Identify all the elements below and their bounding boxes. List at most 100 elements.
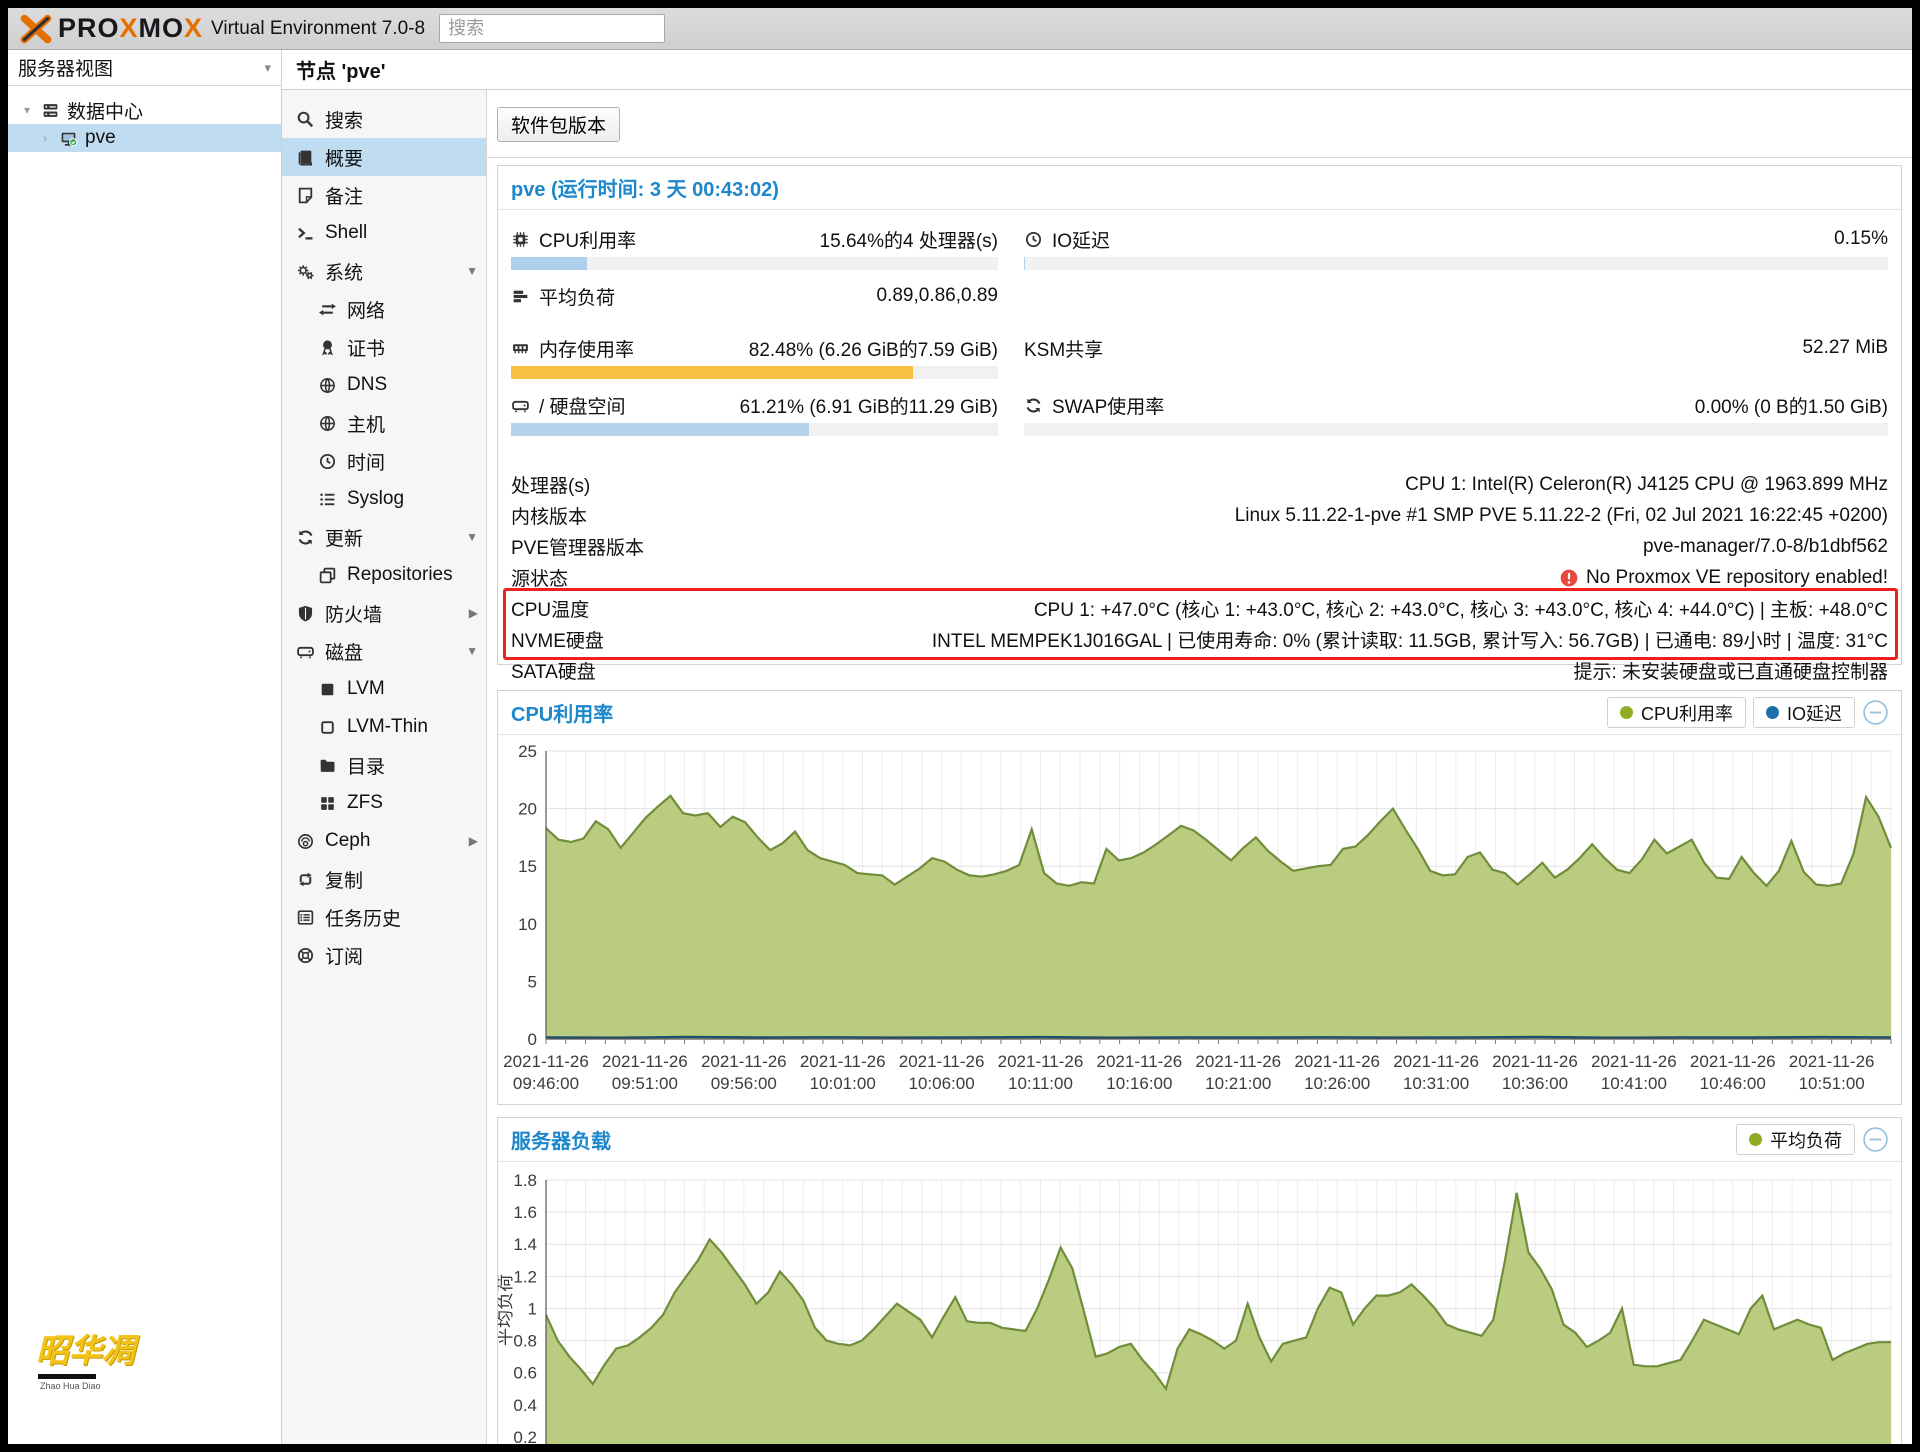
collapse-icon[interactable] [1862,1126,1889,1153]
nav-item-updates[interactable]: 更新▼ [282,518,486,556]
svg-text:20: 20 [518,800,537,819]
svg-text:10:51:00: 10:51:00 [1799,1074,1865,1093]
nav-item-zfs[interactable]: ZFS [282,784,486,822]
detail-row: 处理器(s)CPU 1: Intel(R) Celeron(R) J4125 C… [511,469,1888,500]
stats-right-column: IO延迟 0.15% KSM共享 52.27 MiB [1024,224,1888,447]
stat-cpu: CPU利用率 15.64%的4 处理器(s) [511,224,998,254]
svg-text:0.8: 0.8 [513,1332,537,1351]
expand-caret-icon[interactable]: › [38,131,52,145]
stat-value: 61.21% (6.91 GiB的11.29 GiB) [740,392,998,419]
nav-item-dns[interactable]: DNS [282,366,486,404]
nav-item-label: Syslog [347,488,404,510]
detail-value: CPU 1: +47.0°C (核心 1: +43.0°C, 核心 2: +43… [741,595,1888,622]
svg-text:2021-11-26: 2021-11-26 [1294,1052,1380,1071]
detail-label: SATA硬盘 [511,657,741,684]
nav-item-label: 主机 [347,410,385,437]
node-nav-menu: 搜索概要备注 Shell 系统▼网络证书 DNS 主机时间 Syslog 更新▼Reposi… [282,90,487,1444]
summary-panel-header: pve (运行时间: 3 天 00:43:02) [498,166,1901,210]
nav-item-label: 搜索 [325,106,363,133]
nav-item-time[interactable]: 时间 [282,442,486,480]
package-versions-button[interactable]: 软件包版本 [497,107,620,142]
nav-item-firewall[interactable]: 防火墙▶ [282,594,486,632]
svg-text:10:06:00: 10:06:00 [908,1074,974,1093]
stat-swap: SWAP使用率 0.00% (0 B的1.50 GiB) [1024,390,1888,420]
grid-icon [318,794,337,813]
nav-item-disks[interactable]: 磁盘▼ [282,632,486,670]
right-area: 节点 'pve' 搜索概要备注Shell系统▼网络证书DNS主机时间Syslog… [282,50,1912,1444]
nav-item-replication[interactable]: 复制 [282,860,486,898]
nav-item-task-history[interactable]: 任务历史 [282,898,486,936]
nav-item-label: 时间 [347,448,385,475]
nav-item-certificates[interactable]: 证书 [282,328,486,366]
nav-item-repositories[interactable]: Repositories [282,556,486,594]
detail-value: pve-manager/7.0-8/b1dbf562 [741,536,1888,558]
detail-value: CPU 1: Intel(R) Celeron(R) J4125 CPU @ 1… [741,474,1888,496]
exchange-icon [318,300,337,319]
content-area: 软件包版本 pve (运行时间: 3 天 00:43:02) CPU利用率 15… [487,90,1912,1444]
load-chart-legend: 平均负荷 [1736,1124,1889,1155]
nav-item-label: 证书 [347,334,385,361]
book-icon [296,148,315,167]
legend-button[interactable]: 平均负荷 [1736,1124,1855,1155]
tree-view-selector[interactable]: 服务器视图 ▾ [8,50,281,86]
clock-icon [318,452,337,471]
hdd-icon [296,642,315,661]
nav-item-summary[interactable]: 概要 [282,138,486,176]
nav-item-lvm[interactable]: LVM [282,670,486,708]
collapse-icon[interactable] [1862,699,1889,726]
nav-item-label: 目录 [347,752,385,779]
svg-text:2021-11-26: 2021-11-26 [701,1052,787,1071]
brand-letter: X [184,13,203,43]
nav-item-system[interactable]: 系统▼ [282,252,486,290]
expand-caret-icon[interactable]: ▾ [20,103,34,117]
chevron-right-icon[interactable]: ▶ [469,834,478,848]
nav-item-notes[interactable]: 备注 [282,176,486,214]
legend-button[interactable]: CPU利用率 [1607,697,1746,728]
stat-label: / 硬盘空间 [539,392,626,419]
gears-icon [296,262,315,281]
svg-text:10:16:00: 10:16:00 [1106,1074,1172,1093]
tree-item-label: 数据中心 [67,97,143,124]
svg-text:2021-11-26: 2021-11-26 [503,1052,589,1071]
chevron-down-icon[interactable]: ▼ [466,644,478,658]
detail-label: PVE管理器版本 [511,533,741,560]
chevron-down-icon[interactable]: ▼ [466,530,478,544]
nav-item-ceph[interactable]: Ceph▶ [282,822,486,860]
chevron-down-icon[interactable]: ▼ [466,264,478,278]
svg-text:2021-11-26: 2021-11-26 [1195,1052,1281,1071]
search-input[interactable] [439,14,665,43]
nav-item-subscription[interactable]: 订阅 [282,936,486,974]
stat-label: SWAP使用率 [1052,392,1164,419]
detail-label: 处理器(s) [511,471,741,498]
tree-item-datacenter[interactable]: ▾ 数据中心 [8,96,281,124]
legend-button[interactable]: IO延迟 [1753,697,1855,728]
svg-text:1.4: 1.4 [513,1235,537,1254]
server-load-chart: 0.20.40.60.811.21.41.61.8平均负荷 [498,1161,1901,1444]
chevron-right-icon[interactable]: ▶ [469,606,478,620]
tree-item-label: pve [85,127,116,149]
nav-item-label: 备注 [325,182,363,209]
detail-label: CPU温度 [511,595,741,622]
nav-item-lvm-thin[interactable]: LVM-Thin [282,708,486,746]
load-chart-header: 服务器负载 [498,1118,1901,1162]
svg-text:5: 5 [528,972,537,991]
nav-item-search[interactable]: 搜索 [282,100,486,138]
cpu-progress-bar [511,257,998,270]
svg-text:1.8: 1.8 [513,1171,537,1190]
svg-text:10:31:00: 10:31:00 [1403,1074,1469,1093]
svg-text:15: 15 [518,857,537,876]
load-average-icon [511,287,530,306]
nav-item-label: Shell [325,222,367,244]
tree-item-pve[interactable]: › pve [8,124,281,152]
nav-item-hosts[interactable]: 主机 [282,404,486,442]
legend-label: IO延迟 [1787,700,1842,726]
nav-item-label: LVM [347,678,385,700]
nav-item-syslog[interactable]: Syslog [282,480,486,518]
nav-item-network[interactable]: 网络 [282,290,486,328]
svg-text:2021-11-26: 2021-11-26 [1097,1052,1183,1071]
stat-label: CPU利用率 [539,226,636,253]
summary-panel: pve (运行时间: 3 天 00:43:02) CPU利用率 15.64%的4… [497,165,1902,665]
nav-item-shell[interactable]: Shell [282,214,486,252]
terminal-icon [296,224,315,243]
nav-item-directory[interactable]: 目录 [282,746,486,784]
